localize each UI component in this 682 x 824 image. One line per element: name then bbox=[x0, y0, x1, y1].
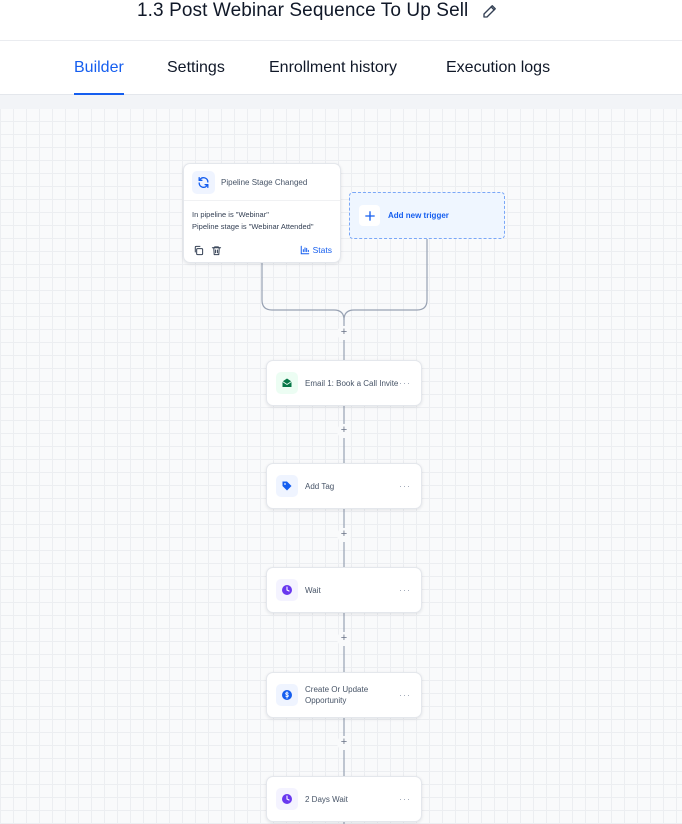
action-label: Wait bbox=[305, 585, 321, 595]
more-icon[interactable]: ··· bbox=[399, 794, 411, 804]
workflow-title: 1.3 Post Webinar Sequence To Up Sell bbox=[137, 0, 469, 21]
more-icon[interactable]: ··· bbox=[399, 585, 411, 595]
title-wrap: 1.3 Post Webinar Sequence To Up Sell bbox=[137, 0, 500, 22]
trigger-condition-stage: Pipeline stage is "Webinar Attended" bbox=[192, 222, 314, 231]
more-icon[interactable]: ··· bbox=[399, 481, 411, 491]
trigger-conditions: In pipeline is "Webinar" Pipeline stage … bbox=[184, 201, 340, 233]
action-label: Email 1: Book a Call Invite bbox=[305, 378, 399, 388]
tab-execution-logs[interactable]: Execution logs bbox=[446, 41, 550, 95]
dollar-icon bbox=[276, 684, 298, 706]
pencil-icon[interactable] bbox=[480, 1, 500, 21]
trigger-footer: Stats bbox=[192, 243, 332, 257]
trigger-condition-pipeline: In pipeline is "Webinar" bbox=[192, 210, 269, 219]
action-label: Add Tag bbox=[305, 481, 335, 491]
tab-builder[interactable]: Builder bbox=[74, 41, 124, 95]
tab-settings[interactable]: Settings bbox=[167, 41, 225, 95]
stats-button[interactable]: Stats bbox=[300, 245, 332, 255]
tab-bar: Builder Settings Enrollment history Exec… bbox=[0, 41, 682, 95]
workflow-header: 1.3 Post Webinar Sequence To Up Sell bbox=[0, 0, 682, 41]
trigger-header: Pipeline Stage Changed bbox=[184, 164, 340, 201]
add-step-button[interactable]: + bbox=[337, 632, 351, 646]
envelope-icon bbox=[276, 372, 298, 394]
action-label: 2 Days Wait bbox=[305, 794, 348, 804]
stats-label: Stats bbox=[312, 245, 332, 255]
refresh-icon bbox=[192, 170, 215, 194]
tab-enrollment-history[interactable]: Enrollment history bbox=[269, 41, 397, 95]
copy-icon[interactable] bbox=[192, 244, 204, 256]
add-trigger-label: Add new trigger bbox=[388, 211, 449, 220]
action-card-2-days-wait[interactable]: 2 Days Wait ··· bbox=[266, 776, 422, 822]
action-card-add-tag[interactable]: Add Tag ··· bbox=[266, 463, 422, 509]
connector-trigger-left bbox=[261, 263, 345, 326]
more-icon[interactable]: ··· bbox=[399, 378, 411, 388]
clock-icon bbox=[276, 788, 298, 810]
add-step-button[interactable]: + bbox=[337, 424, 351, 438]
action-card-opportunity[interactable]: Create Or Update Opportunity ··· bbox=[266, 672, 422, 718]
action-label: Create Or Update Opportunity bbox=[305, 685, 369, 705]
trash-icon[interactable] bbox=[210, 244, 222, 256]
plus-icon bbox=[359, 205, 380, 226]
more-icon[interactable]: ··· bbox=[399, 690, 411, 700]
add-trigger-button[interactable]: Add new trigger bbox=[349, 192, 505, 239]
action-card-email[interactable]: Email 1: Book a Call Invite ··· bbox=[266, 360, 422, 406]
tag-icon bbox=[276, 475, 298, 497]
add-step-button[interactable]: + bbox=[337, 326, 351, 340]
trigger-card[interactable]: Pipeline Stage Changed In pipeline is "W… bbox=[183, 163, 341, 263]
add-step-button[interactable]: + bbox=[337, 528, 351, 542]
connector-trigger-right bbox=[343, 239, 428, 321]
action-card-wait[interactable]: Wait ··· bbox=[266, 567, 422, 613]
workflow-canvas[interactable]: Pipeline Stage Changed In pipeline is "W… bbox=[0, 95, 682, 824]
clock-icon bbox=[276, 579, 298, 601]
bar-chart-icon bbox=[300, 245, 309, 255]
trigger-title: Pipeline Stage Changed bbox=[221, 177, 308, 187]
add-step-button[interactable]: + bbox=[337, 736, 351, 750]
